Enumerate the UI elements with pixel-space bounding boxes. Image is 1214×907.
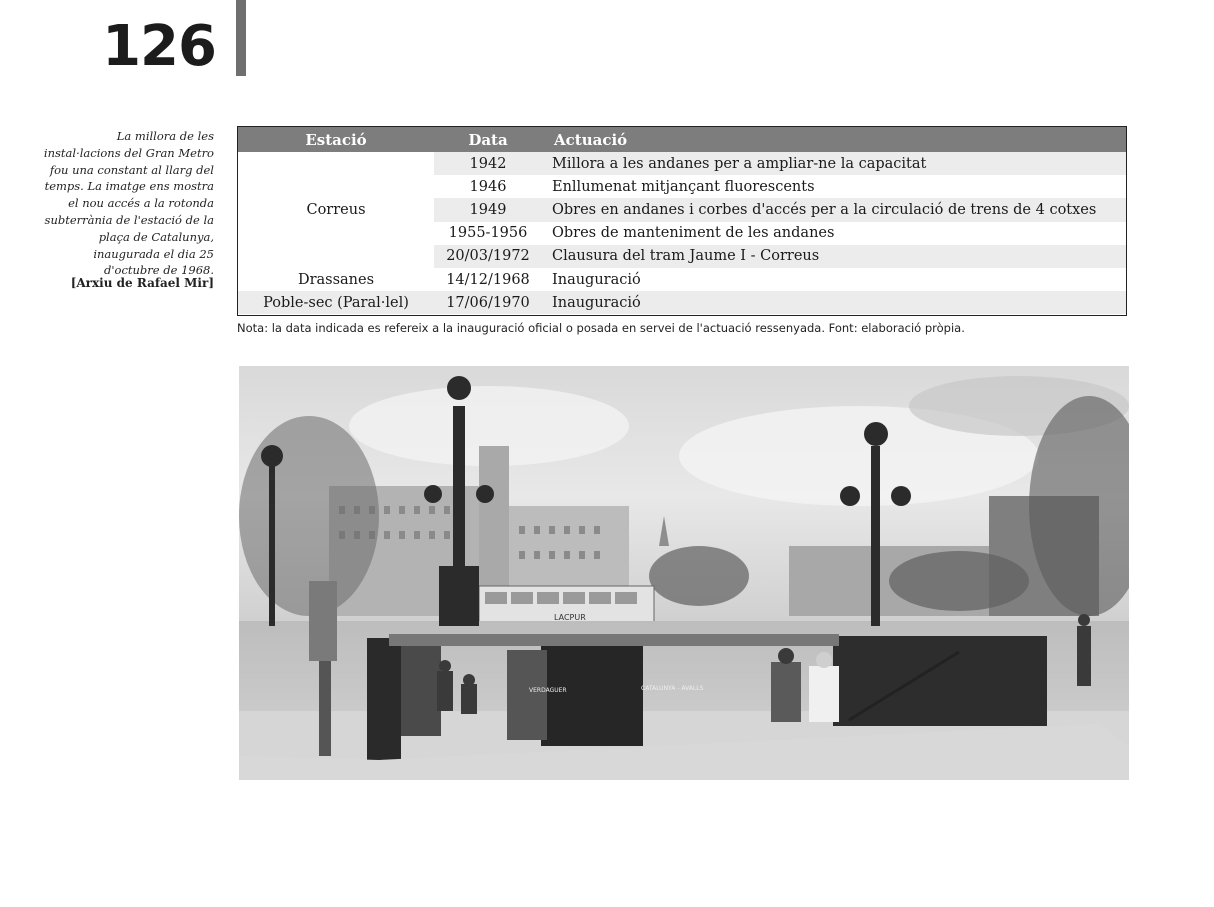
archive-photo: LACPUR VERDAGUER CATALUNYA - AVALLS xyxy=(239,366,1129,780)
station-cell: Drassanes xyxy=(238,267,434,292)
table-note: Nota: la data indicada es refereix a la … xyxy=(237,321,965,335)
entrance-sign-right: CATALUNYA - AVALLS xyxy=(641,685,704,692)
actions-table-frame: Estació Data Actuació Correus 1942 Millo… xyxy=(237,126,1127,316)
bus-sign: LACPUR xyxy=(554,613,586,622)
entrance-sign-left: VERDAGUER xyxy=(529,687,567,694)
header-rule xyxy=(236,0,246,76)
action-cell: Clausura del tram Jaume I - Correus xyxy=(542,244,1126,268)
date-cell: 14/12/1968 xyxy=(434,267,542,292)
table-header-row: Estació Data Actuació xyxy=(238,127,1126,152)
plaza-catalunya-photo: LACPUR VERDAGUER CATALUNYA - AVALLS xyxy=(239,366,1129,780)
photo-credit: [Arxiu de Rafael Mir] xyxy=(70,276,214,290)
action-cell: Millora a les andanes per a ampliar-ne l… xyxy=(542,152,1126,176)
table-row: Correus 1942 Millora a les andanes per a… xyxy=(238,152,1126,268)
date-cell: 1949 xyxy=(434,198,542,222)
action-cell: Inauguració xyxy=(542,291,1126,315)
action-cell: Obres de manteniment de les andanes xyxy=(542,221,1126,245)
header-action: Actuació xyxy=(542,127,1126,152)
station-cell: Correus xyxy=(238,152,434,268)
table-row: Drassanes 14/12/1968 Inauguració xyxy=(238,267,1126,292)
action-cell: Enllumenat mitjançant fluorescents xyxy=(542,175,1126,199)
action-cell: Obres en andanes i corbes d'accés per a … xyxy=(542,198,1126,222)
station-cell: Poble-sec (Paral·lel) xyxy=(238,291,434,315)
header-date: Data xyxy=(434,127,542,152)
header-station: Estació xyxy=(238,127,434,152)
date-cell: 17/06/1970 xyxy=(434,291,542,315)
date-cell: 20/03/1972 xyxy=(434,244,542,268)
page-number: 126 xyxy=(102,14,217,79)
date-cell: 1955-1956 xyxy=(434,221,542,245)
photo-caption: La millora de les instal·lacions del Gra… xyxy=(43,129,214,278)
date-cell: 1942 xyxy=(434,152,542,176)
actions-table: Estació Data Actuació Correus 1942 Millo… xyxy=(238,127,1126,315)
date-cell: 1946 xyxy=(434,175,542,199)
action-cell: Inauguració xyxy=(542,267,1126,292)
table-row: Poble-sec (Paral·lel) 17/06/1970 Inaugur… xyxy=(238,291,1126,315)
